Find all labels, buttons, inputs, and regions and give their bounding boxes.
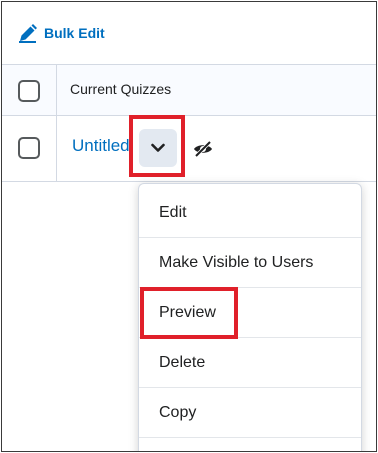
- toolbar: Bulk Edit: [2, 2, 376, 64]
- table-row: [2, 116, 376, 182]
- menu-item-edit[interactable]: Edit: [139, 188, 361, 238]
- hidden-eye-icon: [194, 140, 212, 158]
- menu-item-label: Delete: [159, 354, 206, 371]
- menu-item-make-visible[interactable]: Make Visible to Users: [139, 238, 361, 288]
- menu-item-delete[interactable]: Delete: [139, 338, 361, 388]
- table-header: [2, 64, 376, 116]
- pencil-edit-icon: [19, 24, 37, 43]
- highlight-box-preview: [140, 287, 238, 339]
- menu-item-label: Make Visible to Users: [159, 254, 314, 271]
- column-header-current-quizzes: Current Quizzes: [70, 81, 172, 97]
- bulk-edit-label: Bulk Edit: [44, 25, 105, 41]
- menu-item-copy[interactable]: Copy: [139, 388, 361, 438]
- quiz-title-link[interactable]: Untitled: [72, 136, 132, 156]
- menu-item-label: Edit: [159, 204, 187, 221]
- menu-item-label: Copy: [159, 404, 197, 421]
- highlight-box-dropdown: [129, 115, 185, 177]
- row-checkbox[interactable]: [18, 137, 40, 159]
- select-all-checkbox[interactable]: [18, 80, 40, 102]
- app-frame: Bulk Edit Current Quizzes Untitled Edit …: [1, 1, 377, 452]
- bulk-edit-button[interactable]: Bulk Edit: [18, 23, 105, 43]
